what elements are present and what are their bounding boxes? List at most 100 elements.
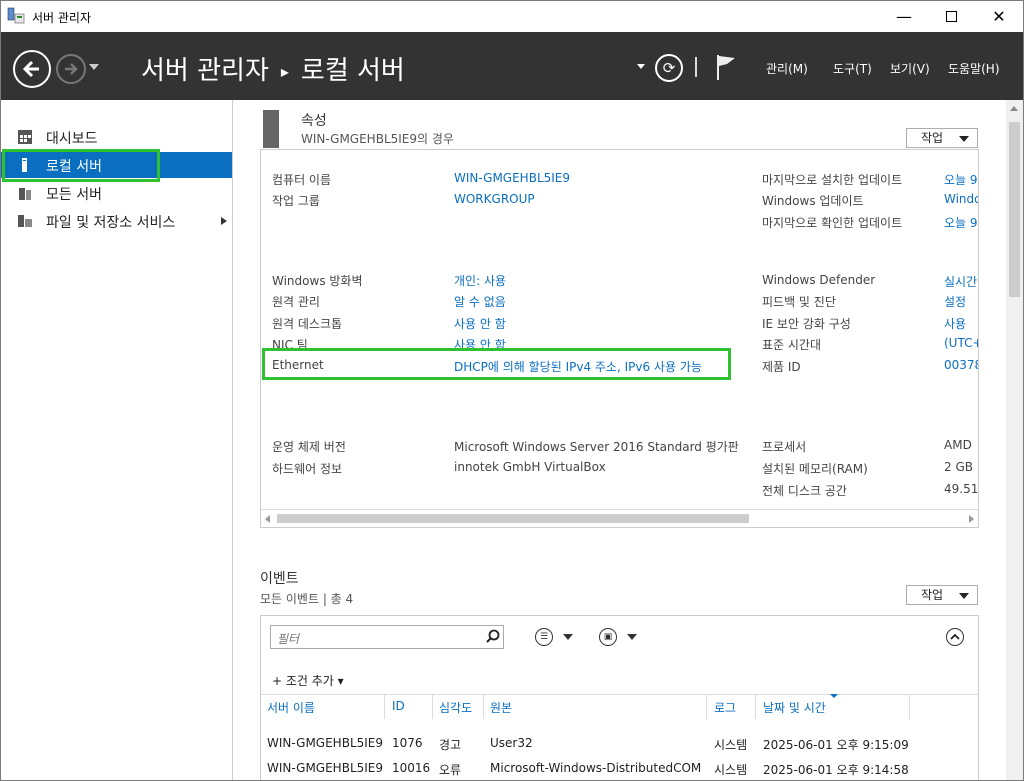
- prop-value-ie-esc[interactable]: 사용: [944, 315, 978, 332]
- prop-value-defender[interactable]: 실시간: [944, 273, 978, 290]
- prop-value-computer-name[interactable]: WIN-GMGEHBL5IE9: [454, 171, 570, 185]
- prop-value-feedback[interactable]: 설정: [944, 293, 978, 310]
- properties-panel: [260, 149, 979, 528]
- prop-value-ethernet[interactable]: DHCP에 의해 할당된 IPv4 주소, IPv6 사용 가능: [454, 358, 702, 375]
- prop-key-last-installed-update: 마지막으로 설치한 업데이트: [762, 173, 903, 187]
- prop-value-windows-update[interactable]: Windo: [944, 192, 978, 206]
- column-divider: [909, 695, 910, 719]
- prop-value-processor: AMD: [944, 438, 972, 452]
- close-icon: ✕: [992, 7, 1006, 26]
- refresh-dropdown-icon[interactable]: [637, 64, 645, 69]
- column-header-log[interactable]: 로그: [714, 699, 736, 716]
- prop-key-computer-name: 컴퓨터 이름: [272, 173, 332, 187]
- sidebar-item-label: 대시보드: [46, 131, 98, 147]
- cell-source: Microsoft-Windows-DistributedCOM: [490, 761, 702, 775]
- sidebar-item-all-servers[interactable]: 모든 서버: [1, 180, 232, 206]
- events-tasks-button[interactable]: 작업: [906, 585, 978, 605]
- properties-title: 속성: [301, 113, 327, 129]
- cell-server-name: WIN-GMGEHBL5IE9: [267, 761, 384, 775]
- column-header-id[interactable]: ID: [392, 699, 405, 713]
- save-icon: ▣: [603, 632, 613, 642]
- scroll-thumb[interactable]: [277, 514, 749, 523]
- servers-icon: [19, 188, 31, 200]
- chevron-down-icon[interactable]: [563, 634, 573, 640]
- properties-horizontal-scrollbar[interactable]: [261, 509, 978, 527]
- history-dropdown-icon[interactable]: [89, 64, 99, 70]
- events-subtitle: 모든 이벤트 | 총 4: [260, 592, 354, 606]
- cell-id: 10016: [392, 761, 431, 775]
- filter-input[interactable]: 필터: [270, 625, 504, 649]
- cell-log: 시스템: [714, 738, 748, 752]
- column-header-server-name[interactable]: 서버 이름: [267, 699, 315, 716]
- column-divider: [755, 695, 756, 719]
- main-vertical-scrollbar[interactable]: [1006, 100, 1023, 780]
- cell-id: 1076: [392, 736, 423, 750]
- prop-value-last-checked-update[interactable]: 오늘 9: [944, 214, 978, 231]
- add-criteria-button[interactable]: + 조건 추가 ▾: [272, 672, 344, 689]
- sidebar: 대시보드 로컬 서버 모든 서버 파일 및 저장소 서비스: [1, 100, 233, 780]
- menu-manage[interactable]: 관리(M): [766, 60, 808, 77]
- close-button[interactable]: ✕: [976, 1, 1022, 32]
- breadcrumb-current: 로컬 서버: [300, 56, 405, 86]
- collapse-button[interactable]: [946, 628, 964, 646]
- prop-key-nic-teaming: NIC 팀: [272, 338, 308, 352]
- scroll-left-icon[interactable]: [265, 515, 270, 523]
- scroll-thumb[interactable]: [1009, 122, 1020, 297]
- sidebar-item-local-server[interactable]: 로컬 서버: [1, 152, 232, 178]
- maximize-button[interactable]: [928, 1, 974, 32]
- column-header-source[interactable]: 원본: [490, 699, 512, 716]
- chevron-down-icon[interactable]: [627, 634, 637, 640]
- prop-key-firewall: Windows 방화벽: [272, 274, 363, 288]
- column-header-datetime[interactable]: 날짜 및 시간: [763, 699, 826, 716]
- app-header: 서버 관리자 ▸ 로컬 서버 ⟳ 관리(M) 도구(T) 보기(V) 도움말(H): [1, 32, 1023, 100]
- title-bar: 서버 관리자 — ✕: [1, 1, 1023, 32]
- prop-value-timezone[interactable]: (UTC+: [944, 336, 978, 350]
- minimize-icon: —: [896, 7, 912, 26]
- query-options-button[interactable]: ☰: [535, 628, 553, 646]
- sidebar-item-dashboard[interactable]: 대시보드: [1, 124, 232, 150]
- back-button[interactable]: [13, 50, 51, 88]
- cell-source: User32: [490, 736, 533, 750]
- prop-key-windows-update: Windows 업데이트: [762, 194, 864, 208]
- prop-value-workgroup[interactable]: WORKGROUP: [454, 192, 535, 206]
- properties-tasks-button[interactable]: 작업: [906, 128, 978, 148]
- forward-button[interactable]: [56, 54, 86, 84]
- minimize-button[interactable]: —: [881, 1, 927, 32]
- cell-log: 시스템: [714, 763, 748, 777]
- expand-arrow-icon[interactable]: [221, 217, 227, 225]
- column-header-severity[interactable]: 심각도: [439, 699, 472, 716]
- prop-value-memory: 2 GB: [944, 460, 973, 474]
- menu-view[interactable]: 보기(V): [890, 60, 930, 77]
- sidebar-item-label: 모든 서버: [46, 187, 102, 203]
- prop-value-last-installed-update[interactable]: 오늘 9: [944, 171, 978, 188]
- chevron-down-icon: [959, 593, 969, 599]
- search-icon[interactable]: [486, 629, 500, 643]
- tasks-button-label: 작업: [921, 131, 944, 145]
- menu-tools[interactable]: 도구(T): [833, 60, 872, 77]
- menu-help[interactable]: 도움말(H): [948, 60, 1000, 77]
- chevron-down-icon: [959, 136, 969, 142]
- column-divider: [384, 695, 385, 719]
- prop-value-nic-teaming[interactable]: 사용 안 함: [454, 336, 506, 353]
- sidebar-item-file-storage[interactable]: 파일 및 저장소 서비스: [1, 208, 232, 234]
- prop-key-defender: Windows Defender: [762, 273, 876, 287]
- arrow-left-icon: [22, 60, 39, 78]
- prop-value-remote-management[interactable]: 알 수 없음: [454, 293, 506, 310]
- chevron-up-icon: [950, 633, 960, 640]
- properties-subtitle: WIN-GMGEHBL5IE9의 경우: [301, 132, 454, 146]
- header-divider: [695, 57, 697, 77]
- prop-value-remote-desktop[interactable]: 사용 안 함: [454, 315, 506, 332]
- scroll-up-icon[interactable]: [1010, 106, 1018, 111]
- refresh-button[interactable]: ⟳: [655, 54, 683, 82]
- prop-key-disk-space: 전체 디스크 공간: [762, 484, 847, 498]
- prop-value-firewall[interactable]: 개인: 사용: [454, 272, 506, 289]
- save-query-button[interactable]: ▣: [599, 628, 617, 646]
- prop-value-product-id[interactable]: 00378: [944, 358, 978, 372]
- server-manager-app-icon: [7, 7, 25, 24]
- window-title: 서버 관리자: [32, 11, 92, 25]
- server-manager-window: 서버 관리자 — ✕ 서버 관리자 ▸ 로컬 서버 ⟳ 관리(M) 도구(T) 보기…: [0, 0, 1024, 781]
- breadcrumb-root[interactable]: 서버 관리자: [141, 56, 269, 86]
- prop-key-remote-management: 원격 관리: [272, 295, 320, 309]
- scroll-right-icon[interactable]: [969, 515, 974, 523]
- notifications-flag-icon[interactable]: [713, 52, 739, 82]
